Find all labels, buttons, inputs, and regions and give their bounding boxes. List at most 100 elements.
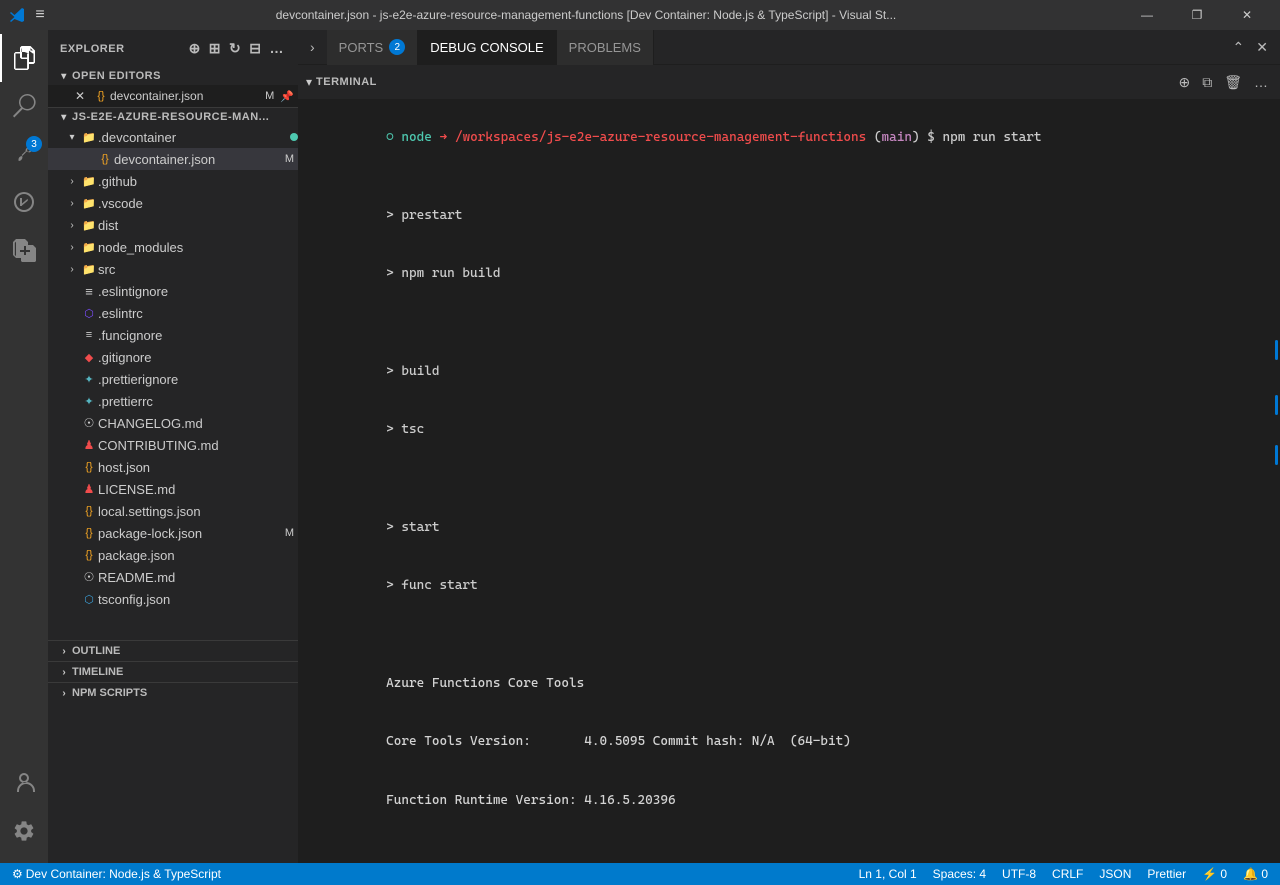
project-header[interactable]: ▾ JS-E2E-AZURE-RESOURCE-MAN... [48, 108, 298, 126]
maximize-panel-icon[interactable]: ⌃ [1229, 35, 1249, 60]
tree-item-package-lock[interactable]: {} package-lock.json M [48, 522, 298, 544]
more-actions-icon[interactable]: … [268, 38, 287, 59]
license-icon: ♟ [80, 480, 98, 498]
hamburger-menu-icon[interactable]: ≡ [32, 7, 48, 23]
ln-col-label: Ln 1, Col 1 [859, 867, 917, 881]
terminal-split-icon[interactable]: ⧉ [1198, 70, 1216, 95]
main-layout: 3 Explorer ⊕ ⊞ ↻ ⊟ … [0, 30, 1280, 863]
new-file-icon[interactable]: ⊕ [187, 38, 203, 59]
close-button[interactable]: ✕ [1224, 0, 1270, 30]
github-folder-icon: 📁 [80, 172, 98, 190]
tree-item-github[interactable]: 📁 .github [48, 170, 298, 192]
tree-item-prettierignore[interactable]: ✦ .prettierignore [48, 368, 298, 390]
remote-label: Dev Container: Node.js & TypeScript [26, 867, 221, 881]
window-controls[interactable]: — ❐ ✕ [1124, 0, 1270, 30]
close-devcontainer-btn[interactable]: ✕ [72, 88, 88, 104]
term-azure-tools-title: Azure Functions Core Tools [310, 654, 1268, 713]
tree-item-eslintrc[interactable]: ⬡ .eslintrc [48, 302, 298, 324]
tree-item-license[interactable]: ♟ LICENSE.md [48, 478, 298, 500]
outline-label: Outline [72, 645, 120, 657]
package-lock-label: package-lock.json [98, 526, 285, 541]
tab-bar-right[interactable]: ⌃ ✕ [1229, 35, 1280, 60]
close-panel-icon[interactable]: ✕ [1252, 35, 1272, 60]
refresh-icon[interactable]: ↻ [227, 38, 243, 59]
terminal-more-icon[interactable]: … [1250, 70, 1272, 95]
src-folder-icon: 📁 [80, 260, 98, 278]
readme-label: README.md [98, 570, 298, 585]
activity-item-extensions[interactable] [0, 226, 48, 274]
tree-item-host-json[interactable]: {} host.json [48, 456, 298, 478]
spaces-label: Spaces: 4 [933, 867, 986, 881]
funcignore-label: .funcignore [98, 328, 298, 343]
tree-item-devcontainer-json[interactable]: {} devcontainer.json M [48, 148, 298, 170]
status-errors[interactable]: ⚡ 0 [1198, 867, 1231, 881]
minimize-button[interactable]: — [1124, 0, 1170, 30]
prettierrc-icon: ✦ [80, 392, 98, 410]
restore-button[interactable]: ❐ [1174, 0, 1220, 30]
tab-problems[interactable]: PROBLEMS [557, 30, 654, 65]
activity-item-account[interactable] [0, 759, 48, 807]
terminal-trash-icon[interactable]: 🗑 [1220, 70, 1246, 95]
tree-item-funcignore[interactable]: ≡ .funcignore [48, 324, 298, 346]
tab-bar-nav[interactable]: › [298, 37, 327, 57]
tab-nav-forward[interactable]: › [306, 37, 319, 57]
npm-scripts-header[interactable]: NPM Scripts [48, 683, 298, 703]
github-arrow [64, 176, 80, 187]
status-prettier[interactable]: Prettier [1143, 867, 1190, 881]
tree-item-readme[interactable]: ☉ README.md [48, 566, 298, 588]
gitignore-icon: ◆ [80, 348, 98, 366]
tab-ports[interactable]: PORTS 2 [327, 30, 419, 65]
tree-item-devcontainer-folder[interactable]: ▾ 📁 .devcontainer [48, 126, 298, 148]
tree-item-gitignore[interactable]: ◆ .gitignore [48, 346, 298, 368]
tree-item-vscode[interactable]: 📁 .vscode [48, 192, 298, 214]
status-encoding[interactable]: UTF-8 [998, 867, 1040, 881]
activity-item-explorer[interactable] [0, 34, 48, 82]
open-file-devcontainer[interactable]: ✕ {} devcontainer.json M 📌 [48, 85, 298, 107]
devcontainer-json-icon: {} [96, 150, 114, 168]
status-ln-col[interactable]: Ln 1, Col 1 [855, 867, 921, 881]
status-spaces[interactable]: Spaces: 4 [929, 867, 990, 881]
changelog-label: CHANGELOG.md [98, 416, 298, 431]
timeline-header[interactable]: Timeline [48, 662, 298, 682]
tree-item-node-modules[interactable]: 📁 node_modules [48, 236, 298, 258]
devcontainer-json-modified: M [285, 153, 294, 165]
panel-tab-bar: › PORTS 2 DEBUG CONSOLE PROBLEMS ⌃ ✕ [298, 30, 1280, 65]
tree-item-tsconfig[interactable]: ⬡ tsconfig.json [48, 588, 298, 610]
term-paren: ) $ [912, 130, 942, 145]
terminal-panel-right[interactable]: ⊕ ⧉ 🗑 … [1174, 70, 1272, 95]
tree-item-local-settings[interactable]: {} local.settings.json [48, 500, 298, 522]
new-folder-icon[interactable]: ⊞ [207, 38, 223, 59]
activity-item-source-control[interactable]: 3 [0, 130, 48, 178]
terminal-new-icon[interactable]: ⊕ [1174, 70, 1194, 95]
eslintrc-label: .eslintrc [98, 306, 298, 321]
term-prestart: > prestart [310, 186, 1268, 245]
tree-item-src[interactable]: 📁 src [48, 258, 298, 280]
tree-item-prettierrc[interactable]: ✦ .prettierrc [48, 390, 298, 412]
tree-item-eslintignore[interactable]: ≡ .eslintignore [48, 280, 298, 302]
status-notifications[interactable]: 🔔 0 [1239, 867, 1272, 881]
tree-item-dist[interactable]: 📁 dist [48, 214, 298, 236]
tab-debug-console[interactable]: DEBUG CONSOLE [418, 30, 556, 65]
activity-item-settings[interactable] [0, 807, 48, 855]
status-eol[interactable]: CRLF [1048, 867, 1087, 881]
sidebar-header-icons[interactable]: ⊕ ⊞ ↻ ⊟ … [187, 38, 286, 59]
notifications-label: 🔔 0 [1243, 867, 1268, 881]
activity-item-run-debug[interactable] [0, 178, 48, 226]
terminal-collapse-arrow[interactable]: ▾ [306, 75, 312, 89]
terminal-output[interactable]: ○ node ➜ /workspaces/js-e2e-azure-resour… [298, 100, 1280, 863]
activity-item-search[interactable] [0, 82, 48, 130]
tree-item-contributing[interactable]: ♟ CONTRIBUTING.md [48, 434, 298, 456]
status-remote[interactable]: ⚙ Dev Container: Node.js & TypeScript [8, 867, 225, 881]
tab-items: PORTS 2 DEBUG CONSOLE PROBLEMS [327, 30, 1229, 65]
outline-header[interactable]: Outline [48, 641, 298, 661]
tree-item-changelog[interactable]: ☉ CHANGELOG.md [48, 412, 298, 434]
status-language[interactable]: JSON [1095, 867, 1135, 881]
sidebar-header: Explorer ⊕ ⊞ ↻ ⊟ … [48, 30, 298, 67]
project-label: JS-E2E-AZURE-RESOURCE-MAN... [72, 111, 269, 123]
open-editors-header[interactable]: ▾ Open Editors [48, 67, 298, 85]
open-editors-section: ▾ Open Editors ✕ {} devcontainer.json M … [48, 67, 298, 108]
title-bar-left-icons[interactable]: ≡ [10, 7, 48, 23]
tree-item-package-json[interactable]: {} package.json [48, 544, 298, 566]
terminal-prompt-line: ○ node ➜ /workspaces/js-e2e-azure-resour… [310, 108, 1268, 167]
collapse-all-icon[interactable]: ⊟ [247, 38, 263, 59]
